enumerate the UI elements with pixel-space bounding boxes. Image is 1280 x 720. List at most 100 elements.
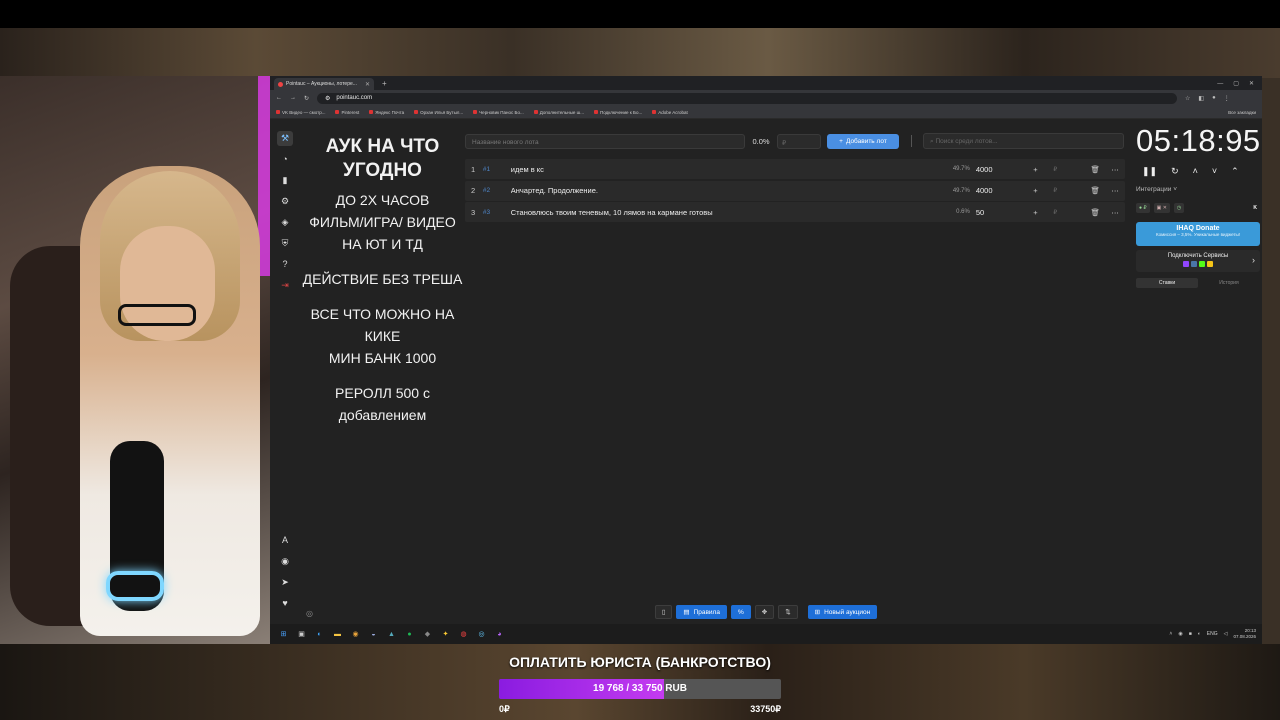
chevron-down-icon[interactable]: ˅ [1212, 166, 1217, 177]
logout-icon[interactable]: ⇥ [277, 278, 293, 293]
stats-icon[interactable]: ▮ [277, 173, 293, 188]
auction-hammer-icon[interactable]: ⚒ [277, 131, 293, 146]
explorer-icon[interactable]: ▬ [332, 629, 343, 640]
tray-icon[interactable]: ◉ [1178, 631, 1182, 637]
layout-toggle-button[interactable]: ▯ [654, 605, 673, 619]
minimize-icon[interactable]: — [1217, 78, 1223, 90]
tab-bids[interactable]: Ставки [1136, 278, 1198, 288]
more-icon[interactable]: ⋯ [1105, 165, 1125, 174]
bookmark-item[interactable]: Черновик Панос Бо... [473, 110, 524, 115]
bookmark-item[interactable]: Adobe Acrobat [652, 110, 688, 115]
help-icon[interactable]: ? [277, 257, 293, 272]
delete-icon[interactable]: 🗑 [1085, 208, 1105, 217]
site-info-icon[interactable]: ⚙ [325, 95, 330, 102]
timer-integration-chip[interactable]: ◷ [1173, 203, 1185, 213]
translate-icon[interactable]: A [277, 533, 293, 548]
language-indicator[interactable]: ENG [1207, 631, 1218, 637]
add-amount-icon[interactable]: + [1026, 208, 1046, 217]
lot-name[interactable]: идем в кс [511, 165, 948, 174]
lot-amount[interactable]: 4000 [976, 165, 1026, 174]
windows-start-icon[interactable]: ⊞ [278, 629, 289, 640]
new-auction-button[interactable]: ⊞ Новый аукцион [807, 605, 878, 619]
twitch-integration-chip[interactable]: ▣ ✕ [1153, 203, 1170, 213]
app-icon[interactable]: ▲ [386, 629, 397, 640]
extensions-icon[interactable]: ◧ [1198, 95, 1204, 102]
bookmark-item[interactable]: Подключение к Бо... [593, 110, 642, 115]
more-icon[interactable]: ⋯ [1105, 186, 1125, 195]
shield-icon[interactable]: ⛨ [277, 236, 293, 251]
lot-name[interactable]: Анчартед. Продолжение. [511, 186, 948, 195]
lot-name[interactable]: Становлюсь твоим теневым, 10 лямов на ка… [511, 208, 948, 217]
profile-icon[interactable]: ● [1212, 95, 1216, 102]
integrations-dropdown[interactable]: Интеграции ˅ [1136, 186, 1177, 193]
more-icon[interactable]: ⋯ [1105, 208, 1125, 217]
chevron-up-icon[interactable]: ˄ [1193, 166, 1198, 177]
address-bar[interactable]: ⚙ pointauc.com [317, 92, 1178, 104]
lot-amount[interactable]: 4000 [976, 186, 1026, 195]
steam-icon[interactable]: ◒ [368, 629, 379, 640]
double-chevron-up-icon[interactable]: ⌃ [1231, 166, 1239, 177]
all-bookmarks[interactable]: Все закладки [1228, 110, 1256, 115]
ruble-icon[interactable]: ₽ [1045, 209, 1065, 216]
pause-icon[interactable]: ❚❚ [1142, 166, 1157, 177]
donate-service-card[interactable]: IHAQ Donate Комиссия – 3,5%. Уникальные … [1136, 222, 1260, 246]
lot-sum-input[interactable]: ₽ [777, 133, 821, 149]
restart-icon[interactable]: ↻ [1171, 166, 1179, 177]
telegram-icon[interactable]: ➤ [277, 575, 293, 590]
back-icon[interactable]: ← [276, 95, 282, 101]
lot-name-input[interactable]: Название нового лота [465, 133, 745, 149]
bookmark-item[interactable]: Яндекс Почта [369, 110, 404, 115]
delete-icon[interactable]: 🗑 [1085, 186, 1105, 195]
star-icon[interactable]: ☆ [1185, 95, 1190, 102]
add-lot-button[interactable]: + Добавить лот [827, 133, 899, 149]
volume-icon[interactable]: ◁ [1224, 631, 1228, 637]
reload-icon[interactable]: ↻ [304, 95, 309, 102]
chevron-right-icon: › [1252, 255, 1255, 265]
browser-tab[interactable]: Pointauc – Аукционы, лотере... ✕ [274, 78, 374, 90]
settings-icon[interactable]: ⚙ [277, 194, 293, 209]
lot-percent: 49.7% [952, 187, 970, 194]
rules-button[interactable]: ▤ Правила [676, 605, 727, 619]
app-icon[interactable]: ◆ [422, 629, 433, 640]
bookmark-item[interactable]: Pinterest [335, 110, 359, 115]
tray-icon[interactable]: ■ [1189, 631, 1192, 637]
ruble-icon[interactable]: ₽ [1045, 166, 1065, 173]
lot-search-input[interactable]: ⌕ Поиск среди лотов... [923, 133, 1124, 149]
kick-icon[interactable]: K [1250, 203, 1260, 213]
discord-icon[interactable]: ◕ [494, 629, 505, 640]
wheel-icon[interactable]: ◔ [277, 152, 293, 167]
spotify-icon[interactable]: ● [404, 629, 415, 640]
tray-chevron-icon[interactable]: ˄ [1169, 631, 1172, 637]
tab-history[interactable]: История [1198, 278, 1260, 288]
bookmark-item[interactable]: VK Видео — смотр... [276, 110, 325, 115]
layers-icon[interactable]: ◈ [277, 215, 293, 230]
move-icon[interactable]: ✥ [754, 605, 775, 619]
percent-button[interactable]: % [730, 605, 751, 619]
app-icon[interactable]: ✦ [440, 629, 451, 640]
menu-icon[interactable]: ⋮ [1224, 95, 1230, 102]
tray-icon[interactable]: ◐ [1198, 631, 1201, 637]
close-tab-icon[interactable]: ✕ [365, 81, 370, 88]
close-window-icon[interactable]: ✕ [1249, 78, 1254, 90]
connect-services-card[interactable]: Подключить Сервисы › [1136, 250, 1260, 272]
donate-title: IHAQ Donate [1176, 225, 1220, 232]
donate-integration-chip[interactable]: ● ₽ [1136, 203, 1150, 213]
chrome-icon[interactable]: ◉ [350, 629, 361, 640]
lot-amount[interactable]: 50 [976, 208, 1026, 217]
github-icon[interactable]: ◉ [277, 554, 293, 569]
forward-icon[interactable]: → [290, 95, 296, 101]
edge-icon[interactable]: ◐ [314, 629, 325, 640]
obs-icon[interactable]: ◍ [458, 629, 469, 640]
sort-icon[interactable]: ⇅ [778, 605, 798, 619]
ruble-icon[interactable]: ₽ [1045, 187, 1065, 194]
bookmark-item[interactable]: Орхан Илья Бутыл... [414, 110, 463, 115]
delete-icon[interactable]: 🗑 [1085, 165, 1105, 174]
clock[interactable]: 20:13 07.08.2026 [1233, 628, 1256, 640]
add-amount-icon[interactable]: + [1026, 165, 1046, 174]
maximize-icon[interactable]: ▢ [1233, 78, 1239, 90]
new-tab-icon[interactable]: + [376, 78, 393, 90]
add-amount-icon[interactable]: + [1026, 186, 1046, 195]
bookmark-item[interactable]: Дополнительные ш... [533, 110, 584, 115]
app-icon[interactable]: ◎ [476, 629, 487, 640]
task-view-icon[interactable]: ▣ [296, 629, 307, 640]
